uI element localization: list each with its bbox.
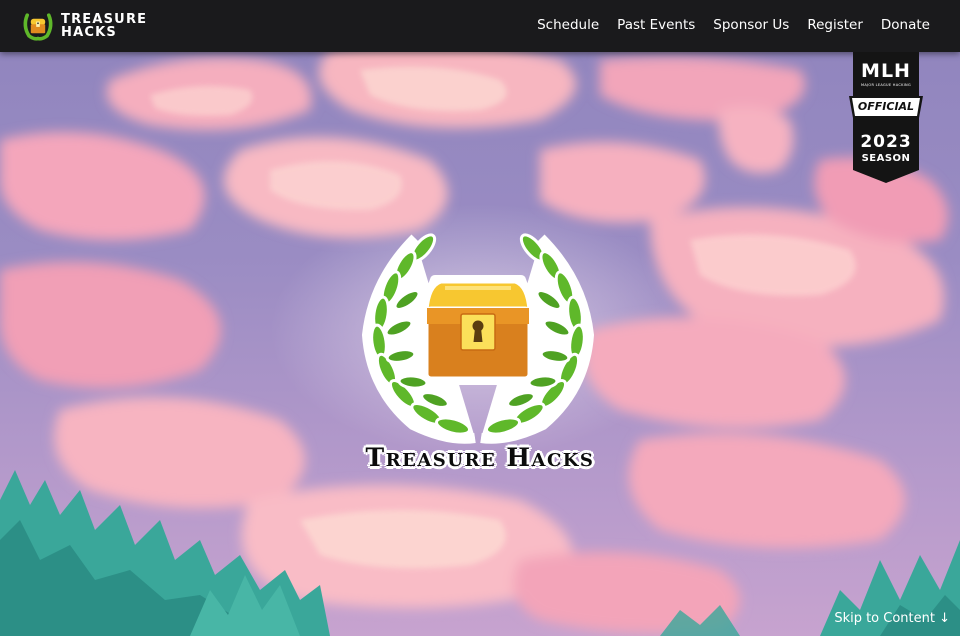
nav-link-schedule[interactable]: Schedule: [537, 17, 599, 33]
mlh-season-label: SEASON: [861, 153, 911, 164]
nav-link-register[interactable]: Register: [807, 17, 863, 33]
nav-link-past-events[interactable]: Past Events: [617, 17, 695, 33]
hero-title: Treasure Hacks: [365, 443, 595, 472]
nav-link-donate[interactable]: Donate: [881, 17, 930, 33]
top-navbar: TREASURE HACKS Schedule Past Events Spon…: [0, 0, 960, 52]
treasure-chest-laurel-icon: [23, 13, 53, 41]
brand-home-link[interactable]: TREASURE HACKS: [20, 8, 147, 44]
skip-to-content-link[interactable]: Skip to Content ↓: [834, 611, 950, 626]
brand-name-line2: HACKS: [61, 25, 117, 40]
mlh-year: 2023: [860, 132, 912, 152]
mlh-subtext: MAJOR LEAGUE HACKING: [861, 83, 911, 87]
nav-link-sponsor-us[interactable]: Sponsor Us: [713, 17, 789, 33]
mlh-official-label: OFFICIAL: [857, 100, 915, 113]
treasure-chest-laurel-icon: [362, 233, 594, 444]
mlh-wordmark: MLH: [861, 60, 911, 82]
treasure-chest: [425, 280, 531, 380]
mlh-trust-badge[interactable]: MLH MAJOR LEAGUE HACKING OFFICIAL 2023 S…: [849, 52, 923, 183]
nav-links: Schedule Past Events Sponsor Us Register…: [519, 17, 930, 33]
